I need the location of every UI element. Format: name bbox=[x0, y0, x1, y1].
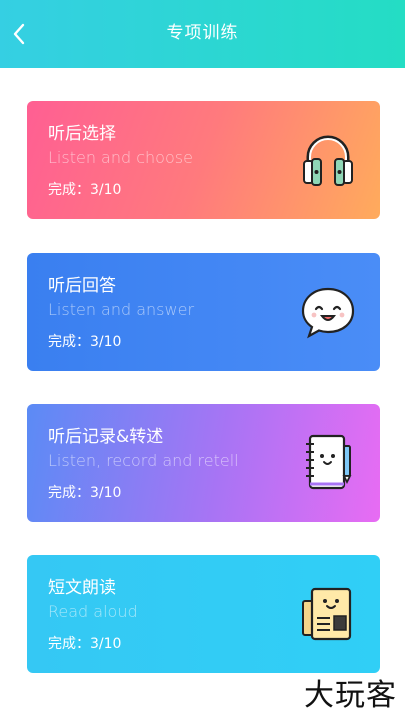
card-progress: 完成：3/10 bbox=[48, 485, 122, 501]
page-title: 专项训练 bbox=[166, 23, 239, 43]
notebook-icon bbox=[306, 434, 352, 490]
card-title: 短文朗读 bbox=[48, 578, 116, 598]
headphones-icon bbox=[303, 135, 353, 186]
card-subtitle: Listen and choose bbox=[48, 148, 193, 167]
card-progress: 完成：3/10 bbox=[48, 334, 122, 350]
card-listen-choose[interactable]: 听后选择 Listen and choose 完成：3/10 bbox=[27, 101, 380, 219]
card-listen-answer[interactable]: 听后回答 Listen and answer 完成：3/10 bbox=[27, 253, 380, 371]
card-subtitle: Listen, record and retell bbox=[48, 451, 239, 470]
card-listen-record-retell[interactable]: 听后记录&转述 Listen, record and retell 完成：3/1… bbox=[27, 404, 380, 522]
card-title: 听后记录&转述 bbox=[48, 427, 164, 447]
card-title: 听后回答 bbox=[48, 276, 116, 296]
card-subtitle: Read aloud bbox=[48, 602, 138, 621]
card-read-aloud[interactable]: 短文朗读 Read aloud 完成：3/10 bbox=[27, 555, 380, 673]
speech-bubble-face-icon bbox=[301, 287, 355, 339]
card-subtitle: Listen and answer bbox=[48, 300, 195, 319]
card-progress: 完成：3/10 bbox=[48, 182, 122, 198]
watermark-logo: 大玩客 bbox=[304, 678, 397, 713]
card-title: 听后选择 bbox=[48, 124, 116, 144]
card-progress: 完成：3/10 bbox=[48, 636, 122, 652]
app-header: 专项训练 bbox=[0, 0, 405, 68]
newspaper-icon bbox=[302, 587, 352, 641]
